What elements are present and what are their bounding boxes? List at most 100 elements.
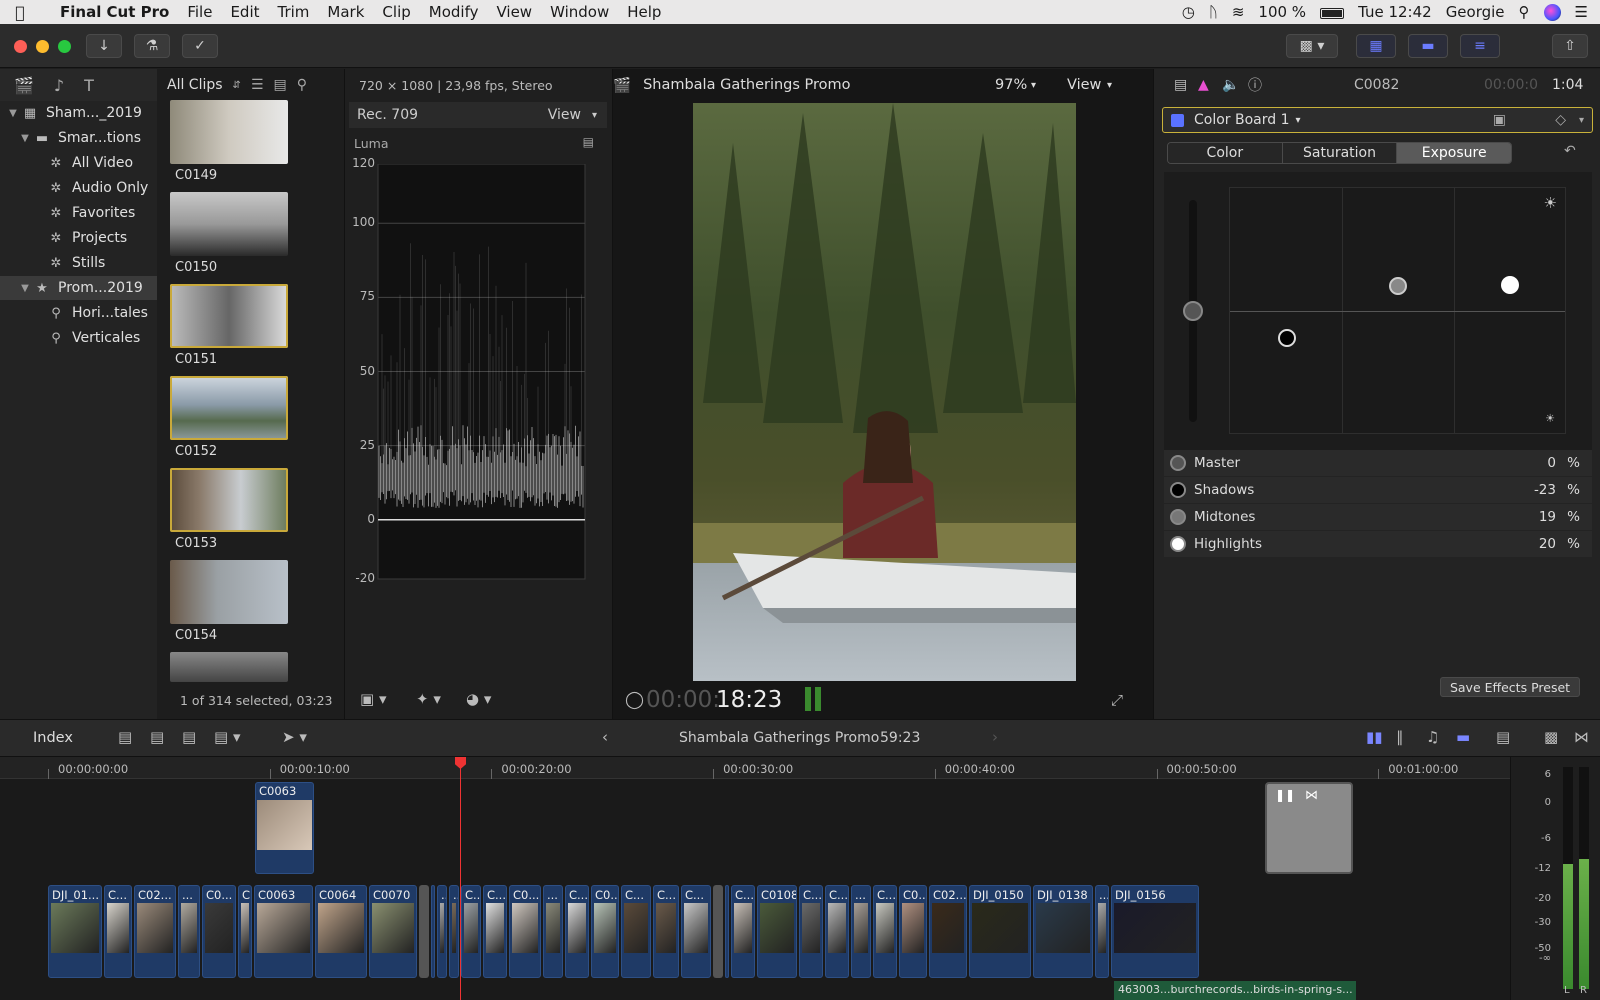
apple-menu-icon[interactable]:  [0, 3, 40, 22]
browser-clip-name[interactable]: C0152 [175, 444, 217, 459]
sidebar-item-favorites[interactable]: ✲ Favorites [0, 201, 157, 225]
show-inspector-icon[interactable]: ≡ [1460, 34, 1500, 58]
browser-clip-name[interactable]: C0151 [175, 352, 217, 367]
transitions-browser-icon[interactable]: ⋈ [1574, 728, 1589, 746]
append-clip-icon[interactable]: ▤ [182, 728, 196, 746]
zoom-window-button[interactable] [58, 40, 71, 53]
param-value[interactable]: 20 [1496, 536, 1556, 552]
enhance-magic-icon[interactable]: ✦ ▾ [416, 690, 441, 708]
time-machine-icon[interactable]: ◷ [1182, 3, 1195, 21]
browser-clip-thumbnail[interactable] [170, 192, 288, 256]
sidebar-item-stills[interactable]: ✲ Stills [0, 251, 157, 275]
list-view-icon[interactable]: ☰ [251, 77, 264, 93]
param-row-highlights[interactable]: Highlights 20% [1164, 531, 1592, 557]
menu-window[interactable]: Window [541, 3, 618, 21]
timeline-clip[interactable]: C... [731, 885, 755, 978]
menu-file[interactable]: File [178, 3, 221, 21]
param-value[interactable]: 0 [1496, 455, 1556, 471]
timeline-clip[interactable]: ... [437, 885, 447, 978]
timeline-clip[interactable]: ... [725, 885, 729, 978]
libraries-clapper-icon[interactable]: 🎬 [14, 76, 34, 95]
color-board-name[interactable]: Color Board 1 [1194, 112, 1290, 128]
timeline-clip[interactable]: C02... [929, 885, 967, 978]
video-inspector-icon[interactable]: ▤ [1174, 77, 1187, 93]
browser-clip-name[interactable]: C0149 [175, 168, 217, 183]
headphones-icon[interactable]: ♫ [1426, 728, 1439, 746]
menu-app-name[interactable]: Final Cut Pro [40, 3, 178, 21]
timeline-clip[interactable]: ... [449, 885, 459, 978]
timeline-clip[interactable]: C02... [134, 885, 176, 978]
timecode-dim[interactable]: 00:00: [646, 687, 720, 713]
param-row-shadows[interactable]: Shadows -23% [1164, 477, 1592, 503]
browser-clip-thumbnail[interactable] [170, 652, 288, 682]
save-effects-preset-button[interactable]: Save Effects Preset [1440, 677, 1580, 697]
connected-clip[interactable]: C0063 [255, 782, 314, 874]
index-button[interactable]: Index [33, 730, 73, 746]
timeline-clip[interactable]: C0108 [757, 885, 797, 978]
timeline-clip[interactable]: C... [653, 885, 679, 978]
retime-speed-icon[interactable]: ◕ ▾ [466, 690, 491, 708]
timeline-clip[interactable]: C0... [899, 885, 927, 978]
timeline-clip[interactable]: C0... [591, 885, 619, 978]
global-puck[interactable] [1183, 301, 1203, 321]
background-tasks-check-icon[interactable]: ✓ [182, 34, 218, 58]
audio-skimming-icon[interactable]: ∥ [1396, 728, 1404, 746]
timeline-clip[interactable]: C... [621, 885, 651, 978]
audio-inspector-icon[interactable]: 🔈 [1222, 77, 1239, 93]
keyframe-diamond-icon[interactable]: ◇ [1555, 112, 1566, 128]
chevron-down-icon[interactable]: ▾ [592, 110, 597, 121]
timecode-display[interactable]: 18:23 [716, 687, 782, 713]
sidebar-item-smar-tions[interactable]: ▼ ▬ Smar...tions [0, 126, 157, 150]
param-row-master[interactable]: Master 0% [1164, 450, 1592, 476]
timeline-ruler[interactable]: 00:00:00:00 00:00:10:00 00:00:20:00 00:00:3… [0, 757, 1510, 779]
chevron-down-icon[interactable]: ▾ [1031, 80, 1036, 91]
param-row-midtones[interactable]: Midtones 19% [1164, 504, 1592, 530]
timeline-clip[interactable]: C0... [202, 885, 236, 978]
timeline-clip[interactable]: C... [461, 885, 481, 978]
timeline-clip[interactable]: C... [681, 885, 711, 978]
scope-settings-icon[interactable]: ▤ [583, 135, 594, 149]
menu-edit[interactable]: Edit [221, 3, 268, 21]
checkbox-icon[interactable] [1171, 113, 1184, 127]
sidebar-item-hori-tales[interactable]: ⚲ Hori...tales [0, 301, 157, 325]
select-tool-arrow-icon[interactable]: ➤ ▾ [282, 728, 307, 746]
timeline-clip[interactable]: C... [104, 885, 132, 978]
reset-icon[interactable]: ↶ [1564, 143, 1576, 159]
browser-clip-thumbnail[interactable] [170, 284, 288, 348]
color-inspector-icon[interactable]: ▲ [1198, 77, 1209, 93]
sidebar-item-projects[interactable]: ✲ Projects [0, 226, 157, 250]
timeline-clip[interactable]: C... [565, 885, 589, 978]
disclosure-triangle-icon[interactable]: ▼ [6, 108, 20, 119]
timeline-clip[interactable]: DJI_01... [48, 885, 102, 978]
import-download-icon[interactable]: ↓ [86, 34, 122, 58]
disclosure-triangle-icon[interactable]: ▼ [18, 133, 32, 144]
highlights-puck[interactable] [1501, 276, 1519, 294]
info-inspector-icon[interactable]: ⓘ [1248, 75, 1262, 95]
tab-color[interactable]: Color [1168, 143, 1283, 163]
menubar-clock[interactable]: Tue 12:42 [1358, 3, 1432, 21]
transform-tool-icon[interactable]: ▣ ▾ [360, 690, 386, 708]
transition-clip[interactable]: ❚❚ ⋈ [1265, 782, 1353, 874]
sidebar-item-verticales[interactable]: ⚲ Verticales [0, 326, 157, 350]
tab-exposure[interactable]: Exposure [1397, 143, 1511, 163]
chevron-down-icon[interactable]: ▾ [1579, 115, 1584, 126]
timeline-clip[interactable]: ... [851, 885, 871, 978]
audio-clip-label[interactable]: 463003...burchrecords...birds-in-spring-… [1114, 981, 1356, 1000]
param-value[interactable]: 19 [1496, 509, 1556, 525]
fullscreen-icon[interactable]: ⤢ [1111, 691, 1123, 709]
notification-center-icon[interactable]: ☰ [1575, 3, 1588, 21]
bluetooth-icon[interactable]: ᚢ [1209, 3, 1218, 21]
menu-help[interactable]: Help [618, 3, 670, 21]
show-timeline-icon[interactable]: ▬ [1408, 34, 1448, 58]
timeline-clip[interactable]: C... [825, 885, 849, 978]
mask-icon[interactable]: ▣ [1493, 112, 1506, 128]
share-icon[interactable]: ⇧ [1552, 34, 1588, 58]
shadows-puck[interactable] [1278, 329, 1296, 347]
exposure-board[interactable]: ☀ ☀ [1164, 172, 1592, 452]
timeline-clip[interactable]: C [238, 885, 252, 978]
param-value[interactable]: -23 [1496, 482, 1556, 498]
timeline-clip[interactable]: C0064 [315, 885, 367, 978]
sidebar-item-sham-2019[interactable]: ▼ ▦ Sham..._2019 [0, 101, 157, 125]
scope-view-menu[interactable]: View [548, 107, 581, 123]
menubar-user[interactable]: Georgie [1446, 3, 1505, 21]
